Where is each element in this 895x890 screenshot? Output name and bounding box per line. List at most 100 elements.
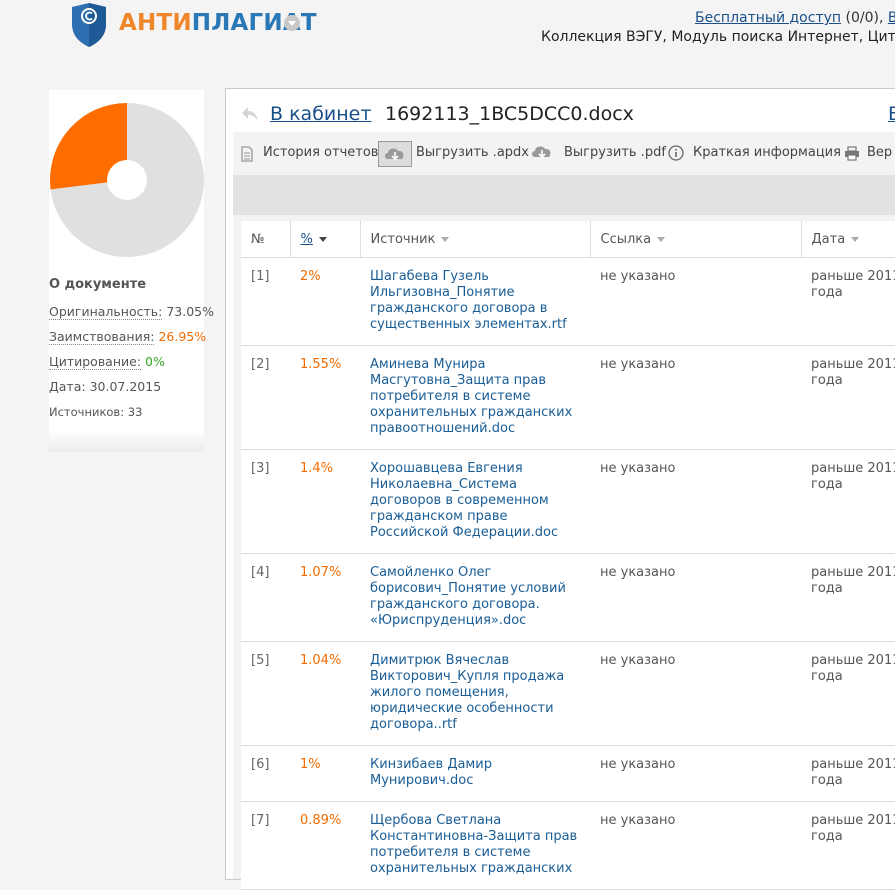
table-row[interactable]: [3] 1.4% Хорошавцева Евгения Николаевна_… (241, 449, 895, 554)
reports-history-button[interactable]: История отчетов (263, 145, 378, 160)
borrowing-stat: Заимствования: 26.95% (49, 329, 207, 345)
row-link: не указано (590, 801, 801, 890)
originality-value: 73.05% (166, 304, 214, 319)
row-source-link[interactable]: Кинзибаев Дамир Мунирович.doc (370, 757, 492, 788)
originality-label[interactable]: Оригинальность: (49, 304, 163, 320)
brief-info-button[interactable]: Краткая информация (693, 145, 841, 160)
originality-pie-chart (50, 103, 204, 257)
row-number: [7] (241, 801, 290, 890)
table-row[interactable]: [1] 2% Шагабева Гузель Ильгизовна_Поняти… (241, 257, 895, 346)
collections-list: Коллекция ВЭГУ, Модуль поиска Интернет, … (541, 29, 895, 45)
cloud-download-pdf-icon[interactable] (529, 141, 555, 163)
table-header-row: № % Источник Ссылка Дата (241, 221, 895, 258)
panel-shadow (49, 430, 204, 452)
document-icon (241, 146, 253, 162)
row-source-link[interactable]: Шагабева Гузель Ильгизовна_Понятие гражд… (370, 269, 567, 332)
row-percent: 2% (290, 257, 360, 346)
row-date: раньше 2011 года (801, 553, 895, 642)
citing-value: 0% (145, 354, 165, 369)
logo-shield-icon (72, 3, 106, 47)
date-label: Дата: (49, 379, 86, 394)
col-header-num: № (241, 221, 291, 258)
row-source-link[interactable]: Хорошавцева Евгения Николаевна_Система д… (370, 461, 558, 540)
col-header-source-label: Источник (370, 231, 436, 247)
row-source-link[interactable]: Аминева Мунира Масгутовна_Защита прав по… (370, 357, 572, 436)
report-panel: В кабинет 1692113_1BC5DCC0.docx В Истори… (225, 88, 895, 890)
chevron-down-icon[interactable] (851, 236, 860, 242)
col-header-date-label: Дата (811, 231, 846, 247)
row-number: [4] (241, 553, 290, 642)
report-cut-link[interactable]: В (888, 103, 895, 125)
row-link: не указано (590, 449, 801, 554)
sources-label: Источников: (49, 405, 125, 419)
col-header-pct-link[interactable]: % (301, 232, 313, 247)
report-toolbar: История отчетов Выгрузить .apdx Выгрузит… (233, 135, 895, 173)
citing-label[interactable]: Цитирование: (49, 354, 142, 370)
back-to-cabinet-link[interactable]: В кабинет (270, 103, 371, 125)
sources-table-wrapper: № % Источник Ссылка Дата [1] 2% Шагабева… (241, 221, 895, 890)
borrowing-value: 26.95% (158, 329, 207, 344)
row-source-link[interactable]: Димитрюк Вячеслав Викторович_Купля прода… (370, 653, 564, 732)
row-percent: 1.4% (290, 449, 360, 554)
cloud-download-icon (385, 148, 404, 161)
header-cut-link[interactable]: В (888, 10, 895, 26)
row-link: не указано (590, 641, 801, 746)
back-arrow-icon[interactable] (241, 106, 259, 122)
export-apdx-icon-button[interactable] (378, 141, 412, 167)
row-link: не указано (590, 345, 801, 450)
col-header-link-label: Ссылка (600, 231, 652, 247)
row-date: раньше 2011 года (801, 641, 895, 746)
borrowing-label[interactable]: Заимствования: (49, 329, 155, 345)
table-row[interactable]: [6] 1% Кинзибаев Дамир Мунирович.doc не … (241, 745, 895, 802)
row-date: раньше 2011 года (801, 449, 895, 554)
citing-stat: Цитирование: 0% (49, 354, 165, 370)
row-percent: 1.55% (290, 345, 360, 450)
row-link: не указано (590, 745, 801, 802)
row-link: не указано (590, 553, 801, 642)
row-number: [5] (241, 641, 290, 746)
table-row[interactable]: [7] 0.89% Щербова Светлана Константиновн… (241, 801, 895, 890)
row-percent: 0.89% (290, 801, 360, 890)
originality-stat: Оригинальность: 73.05% (49, 304, 214, 320)
table-row[interactable]: [4] 1.07% Самойленко Олег борисович_Поня… (241, 553, 895, 642)
row-date: раньше 2011 года (801, 745, 895, 802)
col-header-date[interactable]: Дата (801, 221, 895, 258)
sources-stat: Источников: 33 (49, 405, 142, 419)
row-number: [6] (241, 745, 290, 802)
row-number: [1] (241, 257, 290, 346)
row-percent: 1% (290, 745, 360, 802)
chevron-down-icon[interactable] (441, 236, 450, 242)
export-apdx-button[interactable]: Выгрузить .apdx (416, 145, 529, 160)
pie-center-hole (107, 160, 147, 200)
document-summary-panel: О документе Оригинальность: 73.05% Заимс… (49, 90, 214, 452)
row-number: [3] (241, 449, 290, 554)
toolbar-divider-band (233, 175, 895, 215)
summary-title: О документе (49, 277, 147, 292)
col-header-pct[interactable]: % (290, 221, 361, 258)
sources-table: № % Источник Ссылка Дата [1] 2% Шагабева… (241, 221, 895, 890)
sources-value: 33 (127, 405, 143, 419)
table-row[interactable]: [5] 1.04% Димитрюк Вячеслав Викторович_К… (241, 641, 895, 746)
col-header-source[interactable]: Источник (360, 221, 591, 258)
free-access-link[interactable]: Бесплатный доступ (695, 10, 841, 26)
chevron-down-icon[interactable] (657, 236, 666, 242)
row-source-link[interactable]: Самойленко Олег борисович_Понятие услови… (370, 565, 566, 628)
row-date: раньше 2011 года (801, 257, 895, 346)
row-number: [2] (241, 345, 290, 450)
row-date: раньше 2011 года (801, 801, 895, 890)
col-header-link[interactable]: Ссылка (590, 221, 802, 258)
print-icon (845, 146, 859, 161)
export-pdf-button[interactable]: Выгрузить .pdf (564, 145, 666, 160)
info-icon (668, 145, 684, 161)
chevron-down-icon[interactable] (284, 15, 300, 31)
sort-desc-icon[interactable] (318, 236, 327, 242)
print-version-button[interactable]: Вер (867, 145, 892, 160)
logo-part-anti: АНТИ (119, 10, 192, 36)
report-inner: В кабинет 1692113_1BC5DCC0.docx В Истори… (233, 95, 895, 890)
row-source-link[interactable]: Щербова Светлана Константиновна-Защита п… (370, 813, 577, 876)
row-date: раньше 2011 года (801, 345, 895, 450)
document-filename: 1692113_1BC5DCC0.docx (385, 103, 634, 125)
access-counter: (0/0), (845, 10, 884, 26)
header-top-line: Бесплатный доступ (0/0), В (695, 10, 895, 26)
table-row[interactable]: [2] 1.55% Аминева Мунира Масгутовна_Защи… (241, 345, 895, 450)
